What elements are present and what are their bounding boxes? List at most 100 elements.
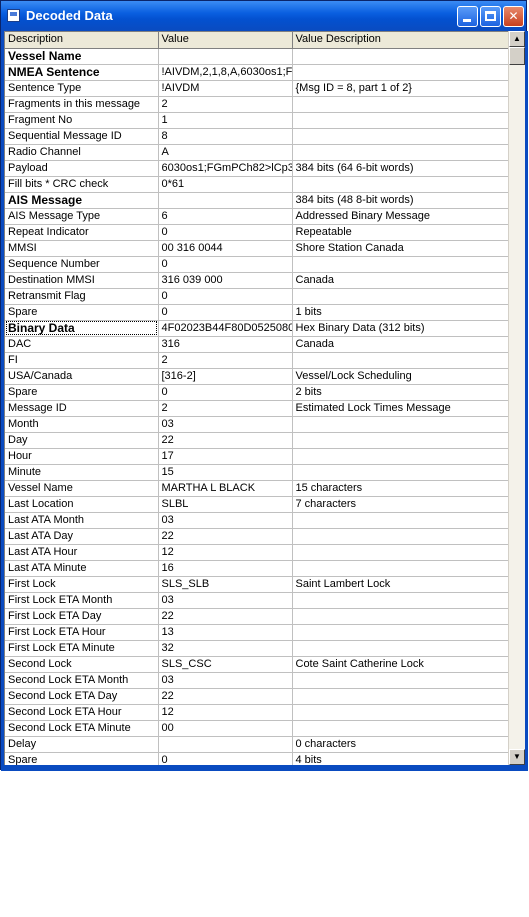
row-description-cell[interactable]: Spare (5, 384, 159, 401)
row-value-description-cell[interactable]: Shore Station Canada (292, 240, 510, 257)
table-row[interactable]: DAC 316 Canada (5, 336, 510, 353)
row-value-cell[interactable]: 12 (158, 704, 293, 721)
table-row[interactable]: First Lock ETA Day 22 (5, 608, 510, 625)
table-row[interactable]: First Lock ETA Minute 32 (5, 640, 510, 657)
table-row[interactable]: Radio Channel A (5, 144, 510, 161)
row-value-description-cell[interactable]: Addressed Binary Message (292, 208, 510, 225)
row-value-description-cell[interactable] (292, 592, 510, 609)
column-header-value-description[interactable]: Value Description (292, 32, 510, 49)
table-row[interactable]: First Lock ETA Month 03 (5, 592, 510, 609)
table-row[interactable]: Last ATA Minute 16 (5, 560, 510, 577)
table-row[interactable]: Minute 15 (5, 464, 510, 481)
row-description-cell[interactable]: Destination MMSI (5, 272, 159, 289)
close-button[interactable]: ✕ (503, 6, 524, 27)
row-description-cell[interactable]: Second Lock ETA Minute (5, 720, 159, 737)
row-value-description-cell[interactable] (292, 512, 510, 529)
row-value-description-cell[interactable]: {Msg ID = 8, part 1 of 2} (292, 80, 510, 97)
row-description-cell[interactable]: Vessel Name (5, 48, 159, 65)
row-description-cell[interactable]: Vessel Name (5, 480, 159, 497)
row-value-cell[interactable]: !AIVDM (158, 80, 293, 97)
row-description-cell[interactable]: Sentence Type (5, 80, 159, 97)
table-row[interactable]: Fragment No 1 (5, 112, 510, 129)
row-description-cell[interactable]: AIS Message (5, 192, 159, 209)
row-value-description-cell[interactable] (292, 144, 510, 161)
row-description-cell[interactable]: Repeat Indicator (5, 224, 159, 241)
row-value-description-cell[interactable]: Cote Saint Catherine Lock (292, 656, 510, 673)
row-value-description-cell[interactable] (292, 64, 510, 81)
row-description-cell[interactable]: Message ID (5, 400, 159, 417)
row-value-description-cell[interactable]: Canada (292, 272, 510, 289)
row-value-cell[interactable]: 13 (158, 624, 293, 641)
row-value-description-cell[interactable]: 384 bits (64 6-bit words) (292, 160, 510, 177)
row-value-description-cell[interactable]: Repeatable (292, 224, 510, 241)
row-value-description-cell[interactable] (292, 608, 510, 625)
row-value-description-cell[interactable] (292, 288, 510, 305)
row-description-cell[interactable]: Second Lock ETA Day (5, 688, 159, 705)
table-row[interactable]: Spare 0 2 bits (5, 384, 510, 401)
table-row[interactable]: Sentence Type !AIVDM {Msg ID = 8, part 1 o… (5, 80, 510, 97)
table-row[interactable]: Vessel Name MARTHA L BLACK 15 characters (5, 480, 510, 497)
row-value-description-cell[interactable]: 4 bits (292, 752, 510, 766)
row-value-cell[interactable]: 0 (158, 384, 293, 401)
table-row[interactable]: Month 03 (5, 416, 510, 433)
row-value-cell[interactable]: 22 (158, 432, 293, 449)
table-row[interactable]: Vessel Name (5, 48, 510, 65)
row-value-description-cell[interactable]: 2 bits (292, 384, 510, 401)
row-value-cell[interactable]: 03 (158, 592, 293, 609)
table-row[interactable]: Retransmit Flag 0 (5, 288, 510, 305)
row-value-cell[interactable]: 03 (158, 416, 293, 433)
row-description-cell[interactable]: Last ATA Hour (5, 544, 159, 561)
row-value-description-cell[interactable] (292, 528, 510, 545)
row-value-cell[interactable] (158, 736, 293, 753)
table-row[interactable]: Second Lock SLS_CSC Cote Saint Catherine L… (5, 656, 510, 673)
column-header-description[interactable]: Description (5, 32, 159, 49)
table-row[interactable]: Fragments in this message 2 (5, 96, 510, 113)
row-value-cell[interactable]: !AIVDM,2,1,8,A,6030os1;F (158, 64, 293, 81)
row-value-description-cell[interactable] (292, 448, 510, 465)
table-row[interactable]: Second Lock ETA Month 03 (5, 672, 510, 689)
row-value-cell[interactable]: [316-2] (158, 368, 293, 385)
table-row[interactable]: Second Lock ETA Day 22 (5, 688, 510, 705)
title-bar[interactable]: Decoded Data ✕ (1, 1, 526, 31)
row-value-description-cell[interactable] (292, 176, 510, 193)
row-description-cell[interactable]: Sequence Number (5, 256, 159, 273)
row-description-cell[interactable]: Second Lock (5, 656, 159, 673)
row-value-description-cell[interactable] (292, 256, 510, 273)
row-description-cell[interactable]: Retransmit Flag (5, 288, 159, 305)
row-value-description-cell[interactable]: Vessel/Lock Scheduling (292, 368, 510, 385)
row-description-cell[interactable]: DAC (5, 336, 159, 353)
table-row[interactable]: Sequence Number 0 (5, 256, 510, 273)
row-description-cell[interactable]: Minute (5, 464, 159, 481)
row-description-cell[interactable]: NMEA Sentence (5, 64, 159, 81)
row-value-cell[interactable]: MARTHA L BLACK (158, 480, 293, 497)
row-value-description-cell[interactable] (292, 672, 510, 689)
row-description-cell[interactable]: Last ATA Minute (5, 560, 159, 577)
row-description-cell[interactable]: Fill bits * CRC check (5, 176, 159, 193)
table-row[interactable]: AIS Message 384 bits (48 8-bit words) (5, 192, 510, 209)
row-description-cell[interactable]: Fragments in this message (5, 96, 159, 113)
table-row[interactable]: FI 2 (5, 352, 510, 369)
vertical-scrollbar[interactable]: ▲ ▼ (508, 31, 525, 765)
row-value-cell[interactable]: 32 (158, 640, 293, 657)
table-row[interactable]: Last ATA Month 03 (5, 512, 510, 529)
row-value-cell[interactable]: 03 (158, 512, 293, 529)
row-description-cell[interactable]: Delay (5, 736, 159, 753)
row-value-cell[interactable]: 22 (158, 608, 293, 625)
row-value-description-cell[interactable] (292, 640, 510, 657)
row-value-description-cell[interactable] (292, 464, 510, 481)
row-value-cell[interactable]: 00 (158, 720, 293, 737)
row-value-cell[interactable]: 17 (158, 448, 293, 465)
row-value-cell[interactable]: 1 (158, 112, 293, 129)
row-value-description-cell[interactable] (292, 688, 510, 705)
row-description-cell[interactable]: Spare (5, 304, 159, 321)
row-description-cell[interactable]: MMSI (5, 240, 159, 257)
row-value-cell[interactable]: 2 (158, 400, 293, 417)
row-value-cell[interactable]: 03 (158, 672, 293, 689)
row-value-cell[interactable]: A (158, 144, 293, 161)
row-value-cell[interactable] (158, 192, 293, 209)
row-value-cell[interactable]: SLS_SLB (158, 576, 293, 593)
row-value-description-cell[interactable] (292, 112, 510, 129)
row-description-cell[interactable]: USA/Canada (5, 368, 159, 385)
row-value-cell[interactable]: 0 (158, 304, 293, 321)
table-row[interactable]: Destination MMSI 316 039 000 Canada (5, 272, 510, 289)
